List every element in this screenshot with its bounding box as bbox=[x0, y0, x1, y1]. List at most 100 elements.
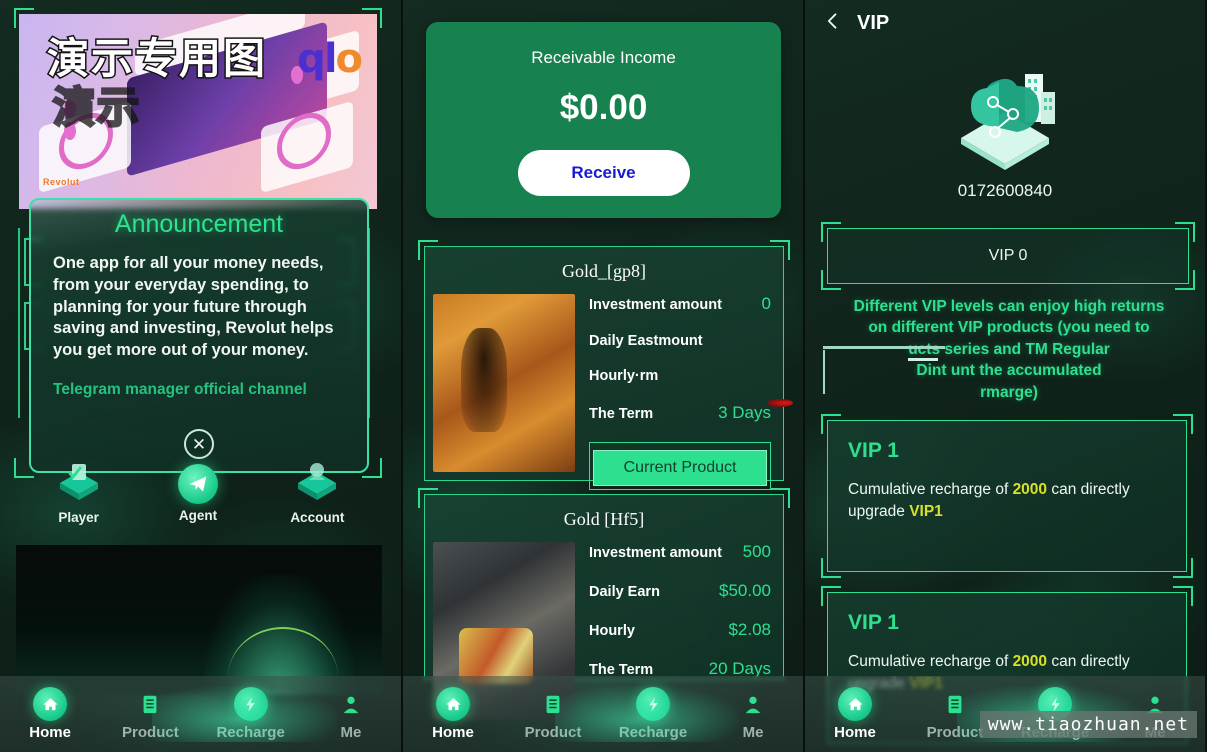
recharge-icon bbox=[233, 687, 268, 721]
amount-highlight: 2000 bbox=[1012, 481, 1048, 498]
nav-label: Recharge bbox=[216, 724, 285, 741]
corner-bracket-top-right bbox=[1173, 414, 1193, 434]
receive-button[interactable]: Receive bbox=[517, 150, 690, 196]
close-icon[interactable]: ✕ bbox=[184, 429, 214, 459]
video-player[interactable] bbox=[16, 545, 382, 695]
nav-item-me[interactable]: Me bbox=[703, 687, 803, 741]
product-card-gp8[interactable]: Gold_[gp8] Investment amount 0 Daily Eas… bbox=[418, 240, 793, 490]
nav-label: Me bbox=[742, 724, 764, 741]
home-icon bbox=[436, 687, 470, 721]
banner-brand: Revolut bbox=[43, 177, 80, 187]
nav-label: Recharge bbox=[618, 724, 688, 741]
nav-item-home[interactable]: Home bbox=[0, 687, 100, 741]
vip-level-badge[interactable]: VIP 0 bbox=[821, 222, 1195, 290]
panel-vip: VIP 0172600840 VIP 0 Different VIP level… bbox=[805, 0, 1205, 752]
nav-item-home[interactable]: Home bbox=[403, 687, 503, 741]
row-key: Daily Earn bbox=[589, 584, 660, 600]
vip-desc-line: Dint unt the accumulated bbox=[916, 362, 1102, 380]
corner-bracket-top-left bbox=[821, 586, 841, 606]
quick-item-label: Account bbox=[290, 510, 345, 525]
row-value: 500 bbox=[742, 542, 771, 561]
nav-label: Home bbox=[432, 724, 474, 741]
bottom-nav-panel2: Home Product Recharge Me bbox=[403, 676, 803, 752]
vip-tier-card-1[interactable]: VIP 1 Cumulative recharge of 2000 can di… bbox=[821, 414, 1193, 578]
product-row: Investment amount 0 bbox=[589, 294, 771, 314]
chevron-left-icon[interactable] bbox=[823, 11, 843, 35]
person-icon bbox=[334, 687, 368, 721]
corner-bracket-bottom-right bbox=[1175, 270, 1195, 290]
income-amount: $0.00 bbox=[559, 88, 648, 127]
nav-item-me[interactable]: Me bbox=[301, 687, 401, 741]
product-row: Hourly $2.08 bbox=[589, 620, 771, 640]
corner-bracket-top-left bbox=[821, 222, 841, 242]
amount-highlight: 2000 bbox=[1012, 653, 1048, 670]
quick-item-label: Agent bbox=[178, 508, 218, 523]
row-value: 0 bbox=[761, 294, 771, 313]
quick-icon-row: Player Agent Account bbox=[19, 462, 377, 525]
promo-banner[interactable]: qlo 演示 演示专用图 Revolut bbox=[19, 14, 377, 209]
vip-logo-wrap: 0172600840 bbox=[805, 52, 1205, 201]
nav-item-recharge[interactable]: Recharge bbox=[201, 687, 301, 741]
vip-user-id: 0172600840 bbox=[957, 181, 1053, 200]
announcement-modal[interactable]: Announcement One app for all your money … bbox=[29, 198, 369, 473]
logo-o: o bbox=[335, 36, 364, 82]
row-key: Investment amount bbox=[589, 545, 722, 561]
person-icon bbox=[736, 687, 770, 721]
nav-item-home[interactable]: Home bbox=[805, 687, 905, 741]
obscured-overlay-line bbox=[908, 358, 938, 361]
nav-label: Product bbox=[524, 724, 582, 741]
product-row: The Term 3 Days bbox=[589, 403, 771, 423]
document-icon bbox=[133, 687, 167, 721]
product-row: Investment amount 500 bbox=[589, 542, 771, 562]
row-key: Hourly bbox=[589, 623, 635, 639]
document-icon bbox=[938, 687, 972, 721]
corner-bracket-bottom-left bbox=[821, 270, 841, 290]
corner-bracket-top-right bbox=[770, 240, 790, 260]
row-key: Hourly·rm bbox=[589, 368, 659, 384]
account-iso-icon bbox=[294, 462, 340, 506]
nav-label: Product bbox=[122, 724, 179, 741]
nav-item-recharge[interactable]: Recharge bbox=[603, 687, 703, 741]
product-row: Daily Eastmount bbox=[589, 333, 771, 349]
corner-bracket-top-right bbox=[770, 488, 790, 508]
red-arrow-marker bbox=[767, 399, 793, 407]
current-product-button[interactable]: Current Product bbox=[593, 450, 767, 486]
vip-desc-line: ucts series and TM Regular bbox=[908, 340, 1110, 358]
vip-desc-line: Different VIP levels can enjoy high retu… bbox=[853, 298, 1165, 315]
quick-item-account[interactable]: Account bbox=[272, 462, 362, 525]
product-row: Hourly·rm bbox=[589, 368, 771, 384]
vip-level-label: VIP 0 bbox=[988, 247, 1028, 264]
nav-item-product[interactable]: Product bbox=[100, 687, 200, 741]
background-divider-left bbox=[18, 228, 20, 418]
quick-item-agent[interactable]: Agent bbox=[153, 462, 243, 525]
announcement-body: One app for all your money needs, from y… bbox=[53, 254, 334, 360]
vip-desc-line: on different VIP products (you need to bbox=[868, 319, 1150, 337]
row-value: $2.08 bbox=[728, 620, 771, 639]
row-value: 3 Days bbox=[718, 403, 771, 422]
logo-q: ql bbox=[297, 36, 337, 82]
product-detail-rows: Investment amount 0 Daily Eastmount Hour… bbox=[575, 294, 771, 490]
product-title: Gold_[gp8] bbox=[562, 261, 646, 281]
row-value: $50.00 bbox=[719, 581, 771, 600]
bottom-nav-panel1: Home Product Recharge Me bbox=[0, 676, 401, 752]
banner-watermark-shadow: 演示 bbox=[51, 82, 142, 134]
text-before: Cumulative recharge of bbox=[848, 481, 1013, 498]
income-title: Receivable Income bbox=[531, 48, 676, 67]
quick-item-label: Player bbox=[58, 510, 99, 525]
receivable-income-card: Receivable Income $0.00 Receive bbox=[426, 22, 781, 218]
current-product-button-frame: Current Product bbox=[589, 442, 771, 490]
nav-item-product[interactable]: Product bbox=[503, 687, 603, 741]
cloud-building-iso-icon bbox=[961, 74, 1055, 170]
panel-products: Receivable Income $0.00 Receive Gold_[gp… bbox=[403, 0, 805, 752]
product-body: Investment amount 0 Daily Eastmount Hour… bbox=[425, 294, 783, 490]
obscured-overlay-line bbox=[823, 350, 825, 394]
product-card-hf5[interactable]: Gold [Hf5] Investment amount 500 Daily E… bbox=[418, 488, 790, 720]
announcement-title: Announcement bbox=[114, 210, 284, 238]
site-watermark: www.tiaozhuan.net bbox=[979, 711, 1197, 738]
announcement-telegram-note: Telegram manager official channel bbox=[53, 380, 307, 398]
text-before: Cumulative recharge of bbox=[848, 653, 1013, 670]
nav-label: Me bbox=[340, 724, 362, 741]
obscured-overlay-line bbox=[823, 346, 945, 349]
corner-bracket-top-left bbox=[418, 240, 438, 260]
quick-item-player[interactable]: Player bbox=[34, 462, 124, 525]
